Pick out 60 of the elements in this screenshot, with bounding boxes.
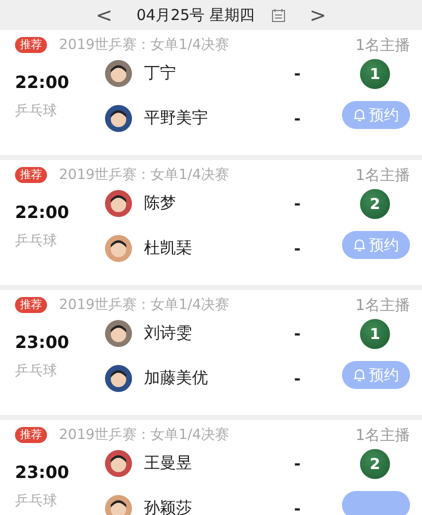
bell-icon: [353, 368, 366, 382]
calendar-icon[interactable]: [272, 8, 286, 22]
match-card[interactable]: 推荐 2019世乒赛：女单1/4决赛 1名主播 23:00 乒乓球 刘诗雯 - 加藤美优 - 1 预约: [0, 290, 422, 415]
score: -: [294, 238, 301, 258]
recommended-tag: 推荐: [15, 427, 47, 443]
avatar: [105, 364, 132, 392]
avatar: [105, 60, 132, 86]
match-time: 23:00: [15, 462, 70, 484]
avatar: [105, 234, 132, 262]
match-time: 22:00: [15, 72, 70, 94]
sport-label: 乒乓球: [15, 102, 58, 120]
score: -: [294, 64, 301, 82]
match-title: 2019世乒赛：女单1/4决赛: [59, 426, 230, 444]
channel-badge: 1: [360, 59, 390, 89]
next-day-button[interactable]: >: [303, 4, 332, 26]
channel-badge: 2: [360, 189, 390, 219]
player-name: 王曼昱: [144, 452, 193, 474]
host-count: 1名主播: [355, 166, 410, 184]
avatar: [105, 190, 132, 216]
reserve-button[interactable]: [342, 491, 410, 515]
player-name: 丁宁: [144, 62, 177, 84]
player-name: 平野美宇: [144, 108, 209, 128]
sport-label: 乒乓球: [15, 232, 58, 250]
score: -: [294, 108, 301, 128]
player-name: 陈梦: [144, 192, 177, 214]
player-name: 加藤美优: [144, 368, 209, 388]
match-time: 23:00: [15, 332, 70, 354]
recommended-tag: 推荐: [15, 167, 47, 183]
bell-icon: [353, 108, 366, 122]
player-name: 刘诗雯: [144, 322, 193, 344]
score: -: [294, 368, 301, 388]
score: -: [294, 454, 301, 472]
avatar: [105, 450, 132, 476]
date-label: 04月25号 星期四: [136, 6, 254, 24]
channel-badge: 2: [360, 449, 390, 479]
bell-icon: [353, 238, 366, 252]
recommended-tag: 推荐: [15, 297, 47, 313]
match-title: 2019世乒赛：女单1/4决赛: [59, 166, 230, 184]
player-name: 孙颖莎: [144, 498, 193, 515]
avatar: [105, 494, 132, 515]
match-card[interactable]: 推荐 2019世乒赛：女单1/4决赛 1名主播 22:00 乒乓球 陈梦 - 杜凯琹 - 2 预约: [0, 160, 422, 285]
player-name: 杜凯琹: [144, 238, 193, 258]
host-count: 1名主播: [355, 36, 410, 54]
sport-label: 乒乓球: [15, 362, 58, 380]
avatar: [105, 104, 132, 132]
match-card[interactable]: 推荐 2019世乒赛：女单1/4决赛 1名主播 23:00 乒乓球 王曼昱 - 孙颖莎 - 2: [0, 420, 422, 515]
host-count: 1名主播: [355, 426, 410, 444]
channel-badge: 1: [360, 319, 390, 349]
avatar: [105, 320, 132, 346]
previous-day-button[interactable]: <: [90, 4, 119, 26]
match-time: 22:00: [15, 202, 70, 224]
sport-label: 乒乓球: [15, 492, 58, 510]
score: -: [294, 324, 301, 342]
match-title: 2019世乒赛：女单1/4决赛: [59, 36, 230, 54]
score: -: [294, 194, 301, 212]
match-card[interactable]: 推荐 2019世乒赛：女单1/4决赛 1名主播 22:00 乒乓球 丁宁 - 平野美宇 - 1 预约: [0, 30, 422, 155]
recommended-tag: 推荐: [15, 37, 47, 53]
match-title: 2019世乒赛：女单1/4决赛: [59, 296, 230, 314]
host-count: 1名主播: [355, 296, 410, 314]
score: -: [294, 498, 301, 515]
